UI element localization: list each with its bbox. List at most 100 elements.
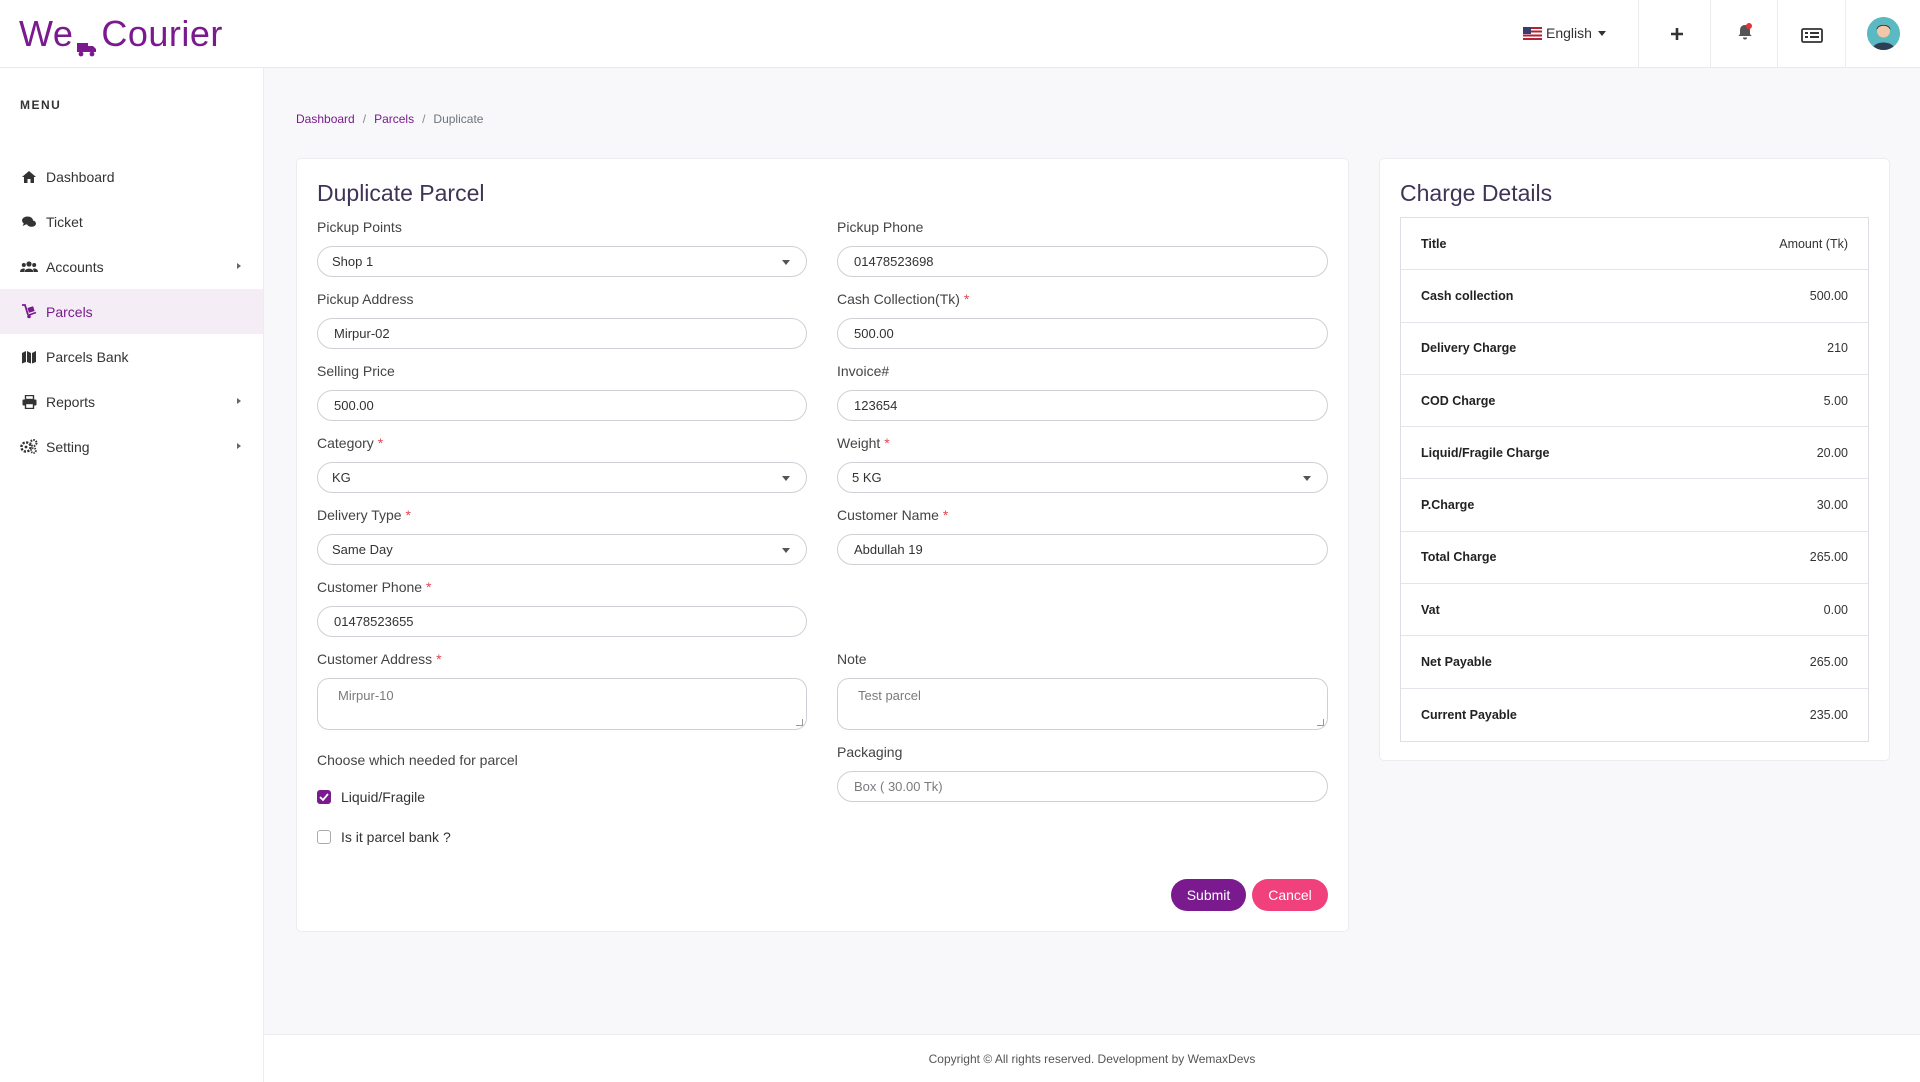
- cash-collection-input[interactable]: 500.00: [837, 318, 1328, 349]
- cancel-button[interactable]: Cancel: [1252, 879, 1328, 911]
- customer-address-textarea[interactable]: Mirpur-10: [317, 678, 807, 730]
- row-amount: 20.00: [1816, 445, 1848, 460]
- caret-down-icon: [1597, 30, 1606, 36]
- weight-select[interactable]: 5 KG: [837, 462, 1328, 493]
- note-label: Note: [837, 651, 867, 667]
- users-icon: [20, 259, 38, 275]
- dolly-icon: [20, 304, 38, 320]
- pickup-address-label: Pickup Address: [317, 291, 414, 307]
- sidebar-item-ticket[interactable]: Ticket: [0, 199, 263, 244]
- table-row: Cash collection 500.00: [1401, 270, 1868, 323]
- language-label: English: [1546, 25, 1592, 41]
- row-title: Delivery Charge: [1421, 341, 1517, 356]
- footer: Copyright © All rights reserved. Develop…: [264, 1034, 1920, 1082]
- table-row: Vat 0.00: [1401, 584, 1868, 637]
- column-header-amount: Amount (Tk): [1779, 236, 1848, 251]
- packaging-placeholder: Box ( 30.00 Tk): [854, 779, 943, 794]
- map-icon: [20, 349, 38, 365]
- invoice-label: Invoice#: [837, 363, 890, 379]
- header-divider: [1777, 0, 1778, 68]
- breadcrumb-parcels[interactable]: Parcels: [374, 112, 414, 126]
- top-header: We Courier English: [0, 0, 1920, 68]
- list-icon[interactable]: [1798, 21, 1826, 49]
- plus-icon[interactable]: [1663, 20, 1691, 48]
- chevron-right-icon: [237, 443, 241, 449]
- note-textarea[interactable]: Test parcel: [837, 678, 1328, 730]
- sidebar-item-reports[interactable]: Reports: [0, 379, 263, 424]
- sidebar-item-setting[interactable]: Setting: [0, 424, 263, 469]
- selling-price-input[interactable]: 500.00: [317, 390, 807, 421]
- customer-address-label: Customer Address *: [317, 651, 442, 667]
- sidebar-item-accounts[interactable]: Accounts: [0, 244, 263, 289]
- category-value: KG: [332, 470, 351, 485]
- row-title: Net Payable: [1421, 655, 1492, 670]
- submit-button[interactable]: Submit: [1171, 879, 1246, 911]
- charge-details-title: Charge Details: [1400, 180, 1553, 206]
- customer-name-input[interactable]: Abdullah 19: [837, 534, 1328, 565]
- customer-phone-label: Customer Phone *: [317, 579, 432, 595]
- customer-address-placeholder: Mirpur-10: [338, 688, 394, 703]
- checkbox-checked-icon: [317, 790, 331, 804]
- cogs-icon: [20, 439, 38, 455]
- delivery-type-value: Same Day: [332, 542, 393, 557]
- customer-phone-input[interactable]: 01478523655: [317, 606, 807, 637]
- weight-label: Weight *: [837, 435, 890, 451]
- copyright-text: Copyright © All rights reserved. Develop…: [928, 1051, 1256, 1066]
- row-amount: 265.00: [1809, 550, 1848, 565]
- category-label: Category *: [317, 435, 384, 451]
- row-title: Vat: [1421, 602, 1440, 617]
- breadcrumb-current: Duplicate: [433, 112, 484, 126]
- category-select[interactable]: KG: [317, 462, 807, 493]
- table-header-row: Title Amount (Tk): [1401, 218, 1868, 271]
- selling-price-label: Selling Price: [317, 363, 395, 379]
- customer-name-label: Customer Name *: [837, 507, 949, 523]
- sidebar-item-label: Setting: [46, 438, 90, 455]
- row-title: P.Charge: [1421, 498, 1475, 513]
- pickup-points-select[interactable]: Shop 1: [317, 246, 807, 277]
- logo-text-courier: Courier: [101, 13, 223, 54]
- packaging-select[interactable]: Box ( 30.00 Tk): [837, 771, 1328, 802]
- row-title: Cash collection: [1421, 288, 1514, 303]
- us-flag-icon: [1523, 26, 1542, 40]
- cash-collection-label: Cash Collection(Tk) *: [837, 291, 970, 307]
- invoice-value: 123654: [854, 398, 898, 413]
- header-divider: [1845, 0, 1846, 68]
- chevron-right-icon: [237, 263, 241, 269]
- row-amount: 210: [1827, 341, 1848, 356]
- delivery-type-select[interactable]: Same Day: [317, 534, 807, 565]
- home-icon: [20, 169, 38, 185]
- pickup-phone-input[interactable]: 01478523698: [837, 246, 1328, 277]
- breadcrumb: Dashboard / Parcels / Duplicate: [296, 112, 483, 126]
- row-title: COD Charge: [1421, 393, 1496, 408]
- logo[interactable]: We Courier: [19, 12, 223, 57]
- pickup-address-input[interactable]: Mirpur-02: [317, 318, 807, 349]
- sidebar-item-label: Parcels Bank: [46, 348, 129, 365]
- sidebar-item-label: Ticket: [46, 213, 83, 230]
- bell-icon[interactable]: [1731, 18, 1759, 46]
- menu-title: MENU: [20, 98, 62, 112]
- column-header-title: Title: [1421, 236, 1447, 251]
- table-row: Delivery Charge 210: [1401, 323, 1868, 375]
- chevron-right-icon: [237, 398, 241, 404]
- sidebar-item-parcels-bank[interactable]: Parcels Bank: [0, 334, 263, 379]
- packaging-label: Packaging: [837, 744, 903, 760]
- parcel-bank-checkbox[interactable]: Is it parcel bank ?: [317, 829, 451, 845]
- table-row: COD Charge 5.00: [1401, 375, 1868, 428]
- pickup-phone-label: Pickup Phone: [837, 219, 924, 235]
- sidebar-item-parcels[interactable]: Parcels: [0, 289, 263, 334]
- language-selector[interactable]: English: [1523, 23, 1606, 43]
- comments-icon: [20, 214, 38, 230]
- breadcrumb-dashboard[interactable]: Dashboard: [296, 112, 355, 126]
- truck-icon: [75, 25, 99, 57]
- sidebar-item-label: Dashboard: [46, 168, 115, 185]
- customer-name-value: Abdullah 19: [854, 542, 923, 557]
- table-row: P.Charge 30.00: [1401, 479, 1868, 532]
- page-title: Duplicate Parcel: [317, 180, 485, 206]
- avatar[interactable]: [1867, 17, 1900, 50]
- invoice-input[interactable]: 123654: [837, 390, 1328, 421]
- pickup-points-label: Pickup Points: [317, 219, 402, 235]
- sidebar-item-dashboard[interactable]: Dashboard: [0, 154, 263, 199]
- row-amount: 30.00: [1816, 498, 1848, 513]
- table-row: Net Payable 265.00: [1401, 636, 1868, 689]
- liquid-fragile-checkbox[interactable]: Liquid/Fragile: [317, 789, 425, 805]
